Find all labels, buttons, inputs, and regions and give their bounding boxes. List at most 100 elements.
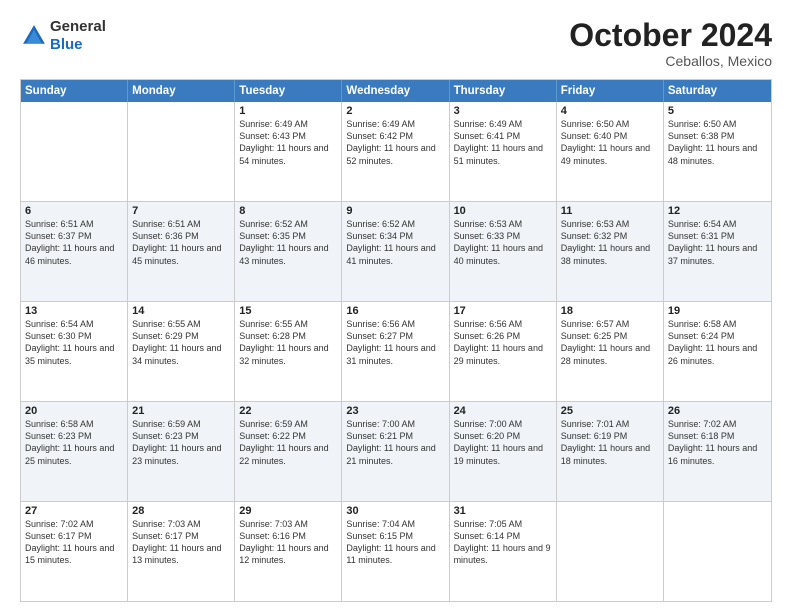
calendar-cell: 19Sunrise: 6:58 AM Sunset: 6:24 PM Dayli… <box>664 302 771 401</box>
calendar-cell <box>128 102 235 201</box>
calendar-cell: 1Sunrise: 6:49 AM Sunset: 6:43 PM Daylig… <box>235 102 342 201</box>
day-info: Sunrise: 6:49 AM Sunset: 6:41 PM Dayligh… <box>454 118 552 167</box>
calendar-cell: 14Sunrise: 6:55 AM Sunset: 6:29 PM Dayli… <box>128 302 235 401</box>
calendar-cell <box>21 102 128 201</box>
calendar-cell: 31Sunrise: 7:05 AM Sunset: 6:14 PM Dayli… <box>450 502 557 601</box>
day-number: 7 <box>132 205 230 217</box>
calendar-cell: 25Sunrise: 7:01 AM Sunset: 6:19 PM Dayli… <box>557 402 664 501</box>
day-info: Sunrise: 6:55 AM Sunset: 6:28 PM Dayligh… <box>239 318 337 367</box>
day-number: 6 <box>25 205 123 217</box>
day-number: 14 <box>132 305 230 317</box>
day-info: Sunrise: 7:00 AM Sunset: 6:20 PM Dayligh… <box>454 418 552 467</box>
day-number: 20 <box>25 405 123 417</box>
day-info: Sunrise: 6:57 AM Sunset: 6:25 PM Dayligh… <box>561 318 659 367</box>
day-info: Sunrise: 6:56 AM Sunset: 6:26 PM Dayligh… <box>454 318 552 367</box>
day-info: Sunrise: 6:53 AM Sunset: 6:33 PM Dayligh… <box>454 218 552 267</box>
calendar-body: 1Sunrise: 6:49 AM Sunset: 6:43 PM Daylig… <box>21 102 771 601</box>
calendar-cell: 29Sunrise: 7:03 AM Sunset: 6:16 PM Dayli… <box>235 502 342 601</box>
calendar-cell: 23Sunrise: 7:00 AM Sunset: 6:21 PM Dayli… <box>342 402 449 501</box>
calendar-cell: 17Sunrise: 6:56 AM Sunset: 6:26 PM Dayli… <box>450 302 557 401</box>
day-number: 15 <box>239 305 337 317</box>
calendar-cell: 15Sunrise: 6:55 AM Sunset: 6:28 PM Dayli… <box>235 302 342 401</box>
logo-text: General Blue <box>50 18 106 54</box>
day-info: Sunrise: 6:51 AM Sunset: 6:36 PM Dayligh… <box>132 218 230 267</box>
day-info: Sunrise: 6:52 AM Sunset: 6:35 PM Dayligh… <box>239 218 337 267</box>
day-info: Sunrise: 6:59 AM Sunset: 6:23 PM Dayligh… <box>132 418 230 467</box>
logo-blue: Blue <box>50 36 83 53</box>
header-day-thursday: Thursday <box>450 80 557 102</box>
calendar-cell: 27Sunrise: 7:02 AM Sunset: 6:17 PM Dayli… <box>21 502 128 601</box>
header-day-wednesday: Wednesday <box>342 80 449 102</box>
day-info: Sunrise: 6:58 AM Sunset: 6:24 PM Dayligh… <box>668 318 767 367</box>
day-info: Sunrise: 7:03 AM Sunset: 6:16 PM Dayligh… <box>239 518 337 567</box>
calendar-cell: 4Sunrise: 6:50 AM Sunset: 6:40 PM Daylig… <box>557 102 664 201</box>
day-info: Sunrise: 7:00 AM Sunset: 6:21 PM Dayligh… <box>346 418 444 467</box>
location: Ceballos, Mexico <box>569 53 772 69</box>
day-number: 26 <box>668 405 767 417</box>
day-number: 19 <box>668 305 767 317</box>
month-title: October 2024 <box>569 18 772 53</box>
day-number: 4 <box>561 105 659 117</box>
page: General Blue October 2024 Ceballos, Mexi… <box>0 0 792 612</box>
day-info: Sunrise: 6:49 AM Sunset: 6:43 PM Dayligh… <box>239 118 337 167</box>
day-number: 3 <box>454 105 552 117</box>
day-number: 17 <box>454 305 552 317</box>
header-day-tuesday: Tuesday <box>235 80 342 102</box>
header: General Blue October 2024 Ceballos, Mexi… <box>20 18 772 69</box>
calendar-cell: 10Sunrise: 6:53 AM Sunset: 6:33 PM Dayli… <box>450 202 557 301</box>
header-day-monday: Monday <box>128 80 235 102</box>
day-number: 25 <box>561 405 659 417</box>
calendar-cell: 8Sunrise: 6:52 AM Sunset: 6:35 PM Daylig… <box>235 202 342 301</box>
day-info: Sunrise: 6:49 AM Sunset: 6:42 PM Dayligh… <box>346 118 444 167</box>
calendar-row-4: 27Sunrise: 7:02 AM Sunset: 6:17 PM Dayli… <box>21 501 771 601</box>
calendar-cell: 21Sunrise: 6:59 AM Sunset: 6:23 PM Dayli… <box>128 402 235 501</box>
day-number: 18 <box>561 305 659 317</box>
day-info: Sunrise: 6:59 AM Sunset: 6:22 PM Dayligh… <box>239 418 337 467</box>
header-day-sunday: Sunday <box>21 80 128 102</box>
day-number: 29 <box>239 505 337 517</box>
calendar-cell: 9Sunrise: 6:52 AM Sunset: 6:34 PM Daylig… <box>342 202 449 301</box>
day-number: 27 <box>25 505 123 517</box>
calendar-cell: 11Sunrise: 6:53 AM Sunset: 6:32 PM Dayli… <box>557 202 664 301</box>
day-number: 11 <box>561 205 659 217</box>
logo-icon <box>20 22 48 50</box>
calendar-header: SundayMondayTuesdayWednesdayThursdayFrid… <box>21 80 771 102</box>
day-number: 23 <box>346 405 444 417</box>
day-info: Sunrise: 6:54 AM Sunset: 6:31 PM Dayligh… <box>668 218 767 267</box>
calendar-cell: 16Sunrise: 6:56 AM Sunset: 6:27 PM Dayli… <box>342 302 449 401</box>
day-number: 24 <box>454 405 552 417</box>
calendar: SundayMondayTuesdayWednesdayThursdayFrid… <box>20 79 772 602</box>
day-number: 16 <box>346 305 444 317</box>
day-number: 30 <box>346 505 444 517</box>
day-info: Sunrise: 7:04 AM Sunset: 6:15 PM Dayligh… <box>346 518 444 567</box>
calendar-cell: 7Sunrise: 6:51 AM Sunset: 6:36 PM Daylig… <box>128 202 235 301</box>
day-info: Sunrise: 6:58 AM Sunset: 6:23 PM Dayligh… <box>25 418 123 467</box>
day-info: Sunrise: 6:51 AM Sunset: 6:37 PM Dayligh… <box>25 218 123 267</box>
calendar-cell: 28Sunrise: 7:03 AM Sunset: 6:17 PM Dayli… <box>128 502 235 601</box>
day-number: 28 <box>132 505 230 517</box>
calendar-cell: 20Sunrise: 6:58 AM Sunset: 6:23 PM Dayli… <box>21 402 128 501</box>
logo-general: General <box>50 18 106 35</box>
calendar-cell: 18Sunrise: 6:57 AM Sunset: 6:25 PM Dayli… <box>557 302 664 401</box>
day-info: Sunrise: 7:05 AM Sunset: 6:14 PM Dayligh… <box>454 518 552 567</box>
day-number: 22 <box>239 405 337 417</box>
day-number: 9 <box>346 205 444 217</box>
day-info: Sunrise: 6:50 AM Sunset: 6:38 PM Dayligh… <box>668 118 767 167</box>
day-info: Sunrise: 7:02 AM Sunset: 6:18 PM Dayligh… <box>668 418 767 467</box>
calendar-cell: 2Sunrise: 6:49 AM Sunset: 6:42 PM Daylig… <box>342 102 449 201</box>
day-number: 1 <box>239 105 337 117</box>
day-info: Sunrise: 6:54 AM Sunset: 6:30 PM Dayligh… <box>25 318 123 367</box>
calendar-cell: 30Sunrise: 7:04 AM Sunset: 6:15 PM Dayli… <box>342 502 449 601</box>
title-block: October 2024 Ceballos, Mexico <box>569 18 772 69</box>
header-day-friday: Friday <box>557 80 664 102</box>
calendar-cell: 3Sunrise: 6:49 AM Sunset: 6:41 PM Daylig… <box>450 102 557 201</box>
calendar-cell: 6Sunrise: 6:51 AM Sunset: 6:37 PM Daylig… <box>21 202 128 301</box>
day-number: 21 <box>132 405 230 417</box>
calendar-row-3: 20Sunrise: 6:58 AM Sunset: 6:23 PM Dayli… <box>21 401 771 501</box>
day-info: Sunrise: 6:56 AM Sunset: 6:27 PM Dayligh… <box>346 318 444 367</box>
calendar-cell <box>664 502 771 601</box>
day-number: 8 <box>239 205 337 217</box>
calendar-cell: 22Sunrise: 6:59 AM Sunset: 6:22 PM Dayli… <box>235 402 342 501</box>
day-number: 10 <box>454 205 552 217</box>
day-number: 12 <box>668 205 767 217</box>
